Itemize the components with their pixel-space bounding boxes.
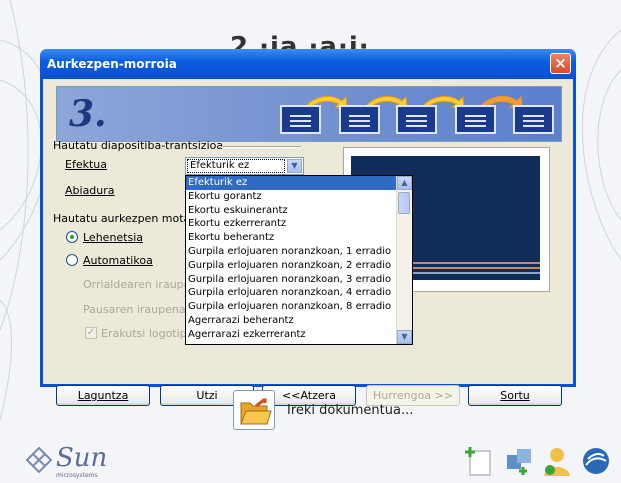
- sun-logo: Sun: [56, 443, 108, 473]
- open-document-label[interactable]: Ireki dokumentua...: [287, 403, 413, 418]
- list-item[interactable]: Efekturik ez: [186, 176, 412, 190]
- slide-step-icon-5: [513, 105, 554, 134]
- show-logo-checkbox[interactable]: ✓: [85, 327, 97, 339]
- create-button[interactable]: Sortu: [468, 385, 562, 406]
- list-item[interactable]: Ekortu eskuinerantz: [186, 204, 412, 218]
- chevron-down-icon[interactable]: ▼: [287, 159, 302, 173]
- help-button-label: Laguntza: [77, 389, 129, 402]
- openoffice-icon[interactable]: [580, 445, 612, 477]
- cancel-button-label: Utzi: [196, 389, 218, 402]
- wizard-banner: 3.: [56, 86, 562, 142]
- list-item[interactable]: Agerrarazi beherantz: [186, 314, 412, 328]
- list-item[interactable]: Ekortu ezkerrerantz: [186, 217, 412, 231]
- slide-step-icon-2: [339, 105, 380, 134]
- speed-label: Abiadura: [65, 184, 115, 197]
- title-bar[interactable]: Aurkezpen-morroia ×: [40, 49, 576, 79]
- list-item[interactable]: Gurpila erlojuaren noranzkoan, 8 erradio: [186, 300, 412, 314]
- folder-icon: [240, 398, 272, 425]
- next-button-label: Hurrengoa >>: [373, 389, 453, 402]
- slide-step-icon-3: [396, 105, 437, 134]
- scroll-up-icon[interactable]: ▲: [397, 176, 412, 190]
- radio-default[interactable]: [66, 231, 78, 243]
- new-document-icon[interactable]: [464, 445, 496, 477]
- presentation-wizard-dialog: Aurkezpen-morroia × 3. Hautatu diapositi…: [40, 49, 576, 406]
- radio-automatic-label[interactable]: Automatikoa: [83, 254, 153, 267]
- separator: [221, 146, 301, 148]
- back-button-label: <<Atzera: [282, 389, 336, 402]
- radio-automatic[interactable]: [66, 254, 78, 266]
- presentation-group-label: Hautatu aurkezpen mota: [53, 212, 191, 225]
- list-item[interactable]: Agerrarazi ezkerrerantz: [186, 328, 412, 342]
- help-button[interactable]: Laguntza: [56, 385, 150, 406]
- slide-step-icon-1: [280, 105, 321, 134]
- user-icon[interactable]: [541, 445, 573, 477]
- dialog-title: Aurkezpen-morroia: [47, 57, 177, 71]
- slide-step-icon-4: [455, 105, 496, 134]
- open-document-button[interactable]: [233, 390, 275, 430]
- list-item[interactable]: Gurpila erlojuaren noranzkoan, 2 erradio: [186, 259, 412, 273]
- list-item[interactable]: Ekortu beherantz: [186, 231, 412, 245]
- effect-options-list[interactable]: Efekturik ez Ekortu gorantz Ekortu eskuine…: [185, 175, 413, 345]
- effect-dropdown-value: Efekturik ez: [187, 159, 285, 173]
- dialog-body: 3. Hautatu diapositiba-trantsizioa Efekt…: [43, 79, 573, 406]
- pause-duration-label: Pausaren iraupena: [83, 303, 186, 316]
- list-item[interactable]: Gurpila erlojuaren noranzkoan, 1 erradio: [186, 245, 412, 259]
- extensions-icon[interactable]: [503, 445, 535, 477]
- transition-group-label: Hautatu diapositiba-trantsizioa: [53, 139, 224, 152]
- create-button-label: Sortu: [500, 389, 530, 402]
- radio-default-label[interactable]: Lehenetsia: [83, 231, 143, 244]
- sun-logo-mark: [25, 446, 53, 474]
- close-button[interactable]: ×: [550, 53, 571, 74]
- effect-label: Efektua: [65, 158, 107, 171]
- scroll-thumb[interactable]: [398, 192, 410, 214]
- list-item[interactable]: Gurpila erlojuaren noranzkoan, 3 erradio: [186, 273, 412, 287]
- effect-dropdown[interactable]: Efekturik ez ▼: [185, 157, 304, 175]
- scroll-down-icon[interactable]: ▼: [397, 330, 412, 344]
- close-icon: ×: [554, 54, 567, 72]
- list-item[interactable]: Ekortu gorantz: [186, 190, 412, 204]
- list-scrollbar[interactable]: ▲ ▼: [396, 176, 412, 344]
- list-item[interactable]: Gurpila erlojuaren noranzkoan, 4 erradio: [186, 286, 412, 300]
- sun-subtitle: microsystems: [56, 472, 98, 479]
